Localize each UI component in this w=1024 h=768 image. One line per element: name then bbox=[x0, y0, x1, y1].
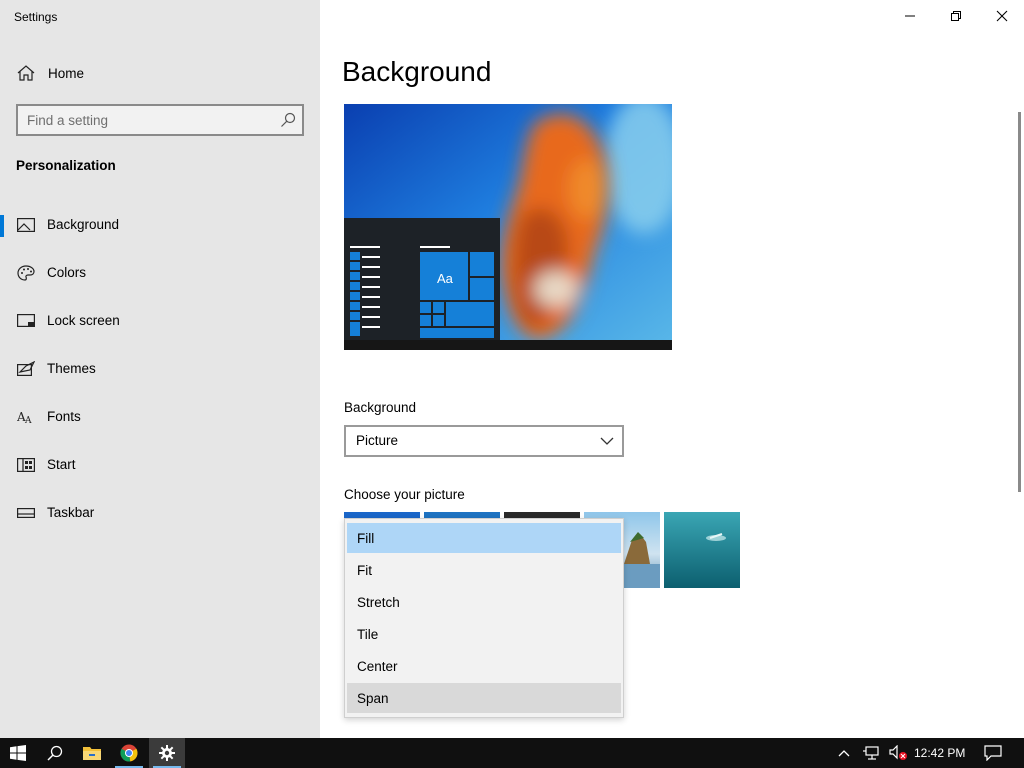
search-box[interactable] bbox=[16, 104, 304, 136]
close-button[interactable] bbox=[978, 0, 1024, 32]
sidebar-item-fonts[interactable]: AA Fonts bbox=[0, 397, 320, 437]
background-type-label: Background bbox=[344, 400, 417, 415]
fit-option-tile[interactable]: Tile bbox=[347, 619, 621, 649]
background-type-value: Picture bbox=[356, 433, 399, 448]
taskbar-icon bbox=[17, 505, 35, 521]
section-title: Personalization bbox=[16, 158, 116, 173]
restore-button[interactable] bbox=[932, 0, 978, 32]
chrome-button[interactable] bbox=[111, 738, 147, 768]
folder-icon bbox=[83, 747, 101, 760]
start-icon bbox=[17, 457, 35, 473]
sidebar-item-lock-screen[interactable]: Lock screen bbox=[0, 301, 320, 341]
sidebar-item-home[interactable]: Home bbox=[0, 58, 320, 88]
lock-screen-icon bbox=[17, 313, 35, 329]
windows-logo-icon bbox=[10, 745, 26, 761]
fit-option-span[interactable]: Span bbox=[347, 683, 621, 713]
search-icon bbox=[47, 745, 63, 761]
sidebar-item-label: Background bbox=[47, 217, 120, 232]
option-label: Fill bbox=[357, 531, 375, 546]
fit-option-center[interactable]: Center bbox=[347, 651, 621, 681]
file-explorer-button[interactable] bbox=[74, 738, 110, 768]
picture-fit-dropdown: Fill Fit Stretch Tile Center Span bbox=[344, 518, 624, 718]
chevron-up-icon bbox=[838, 750, 850, 757]
option-label: Stretch bbox=[357, 595, 400, 610]
choose-picture-label: Choose your picture bbox=[344, 487, 465, 502]
sidebar-item-label: Start bbox=[47, 457, 76, 472]
fit-option-fit[interactable]: Fit bbox=[347, 555, 621, 585]
sidebar-item-label: Colors bbox=[47, 265, 87, 280]
picture-thumbnail-5[interactable] bbox=[664, 512, 740, 588]
sidebar-item-label: Themes bbox=[47, 361, 96, 376]
sidebar-item-label: Home bbox=[48, 66, 85, 81]
preview-tile-text: Aa bbox=[437, 271, 453, 286]
chrome-icon bbox=[120, 744, 138, 762]
search-button[interactable] bbox=[37, 738, 73, 768]
sidebar: Settings Home Personalization Background… bbox=[0, 0, 320, 738]
sidebar-item-label: Fonts bbox=[47, 409, 81, 424]
fit-option-fill[interactable]: Fill bbox=[347, 523, 621, 553]
sidebar-item-background[interactable]: Background bbox=[0, 205, 320, 245]
minimize-button[interactable] bbox=[886, 0, 932, 32]
option-label: Tile bbox=[357, 627, 379, 642]
page-title: Background bbox=[342, 56, 492, 87]
svg-text:A: A bbox=[24, 416, 32, 425]
option-label: Center bbox=[357, 659, 398, 674]
sidebar-item-taskbar[interactable]: Taskbar bbox=[0, 493, 320, 533]
sidebar-item-label: Lock screen bbox=[47, 313, 120, 328]
palette-icon bbox=[17, 265, 35, 281]
sidebar-item-colors[interactable]: Colors bbox=[0, 253, 320, 293]
search-icon[interactable] bbox=[280, 112, 296, 128]
picture-icon bbox=[17, 217, 35, 233]
action-center-button[interactable] bbox=[976, 738, 1010, 768]
settings-button[interactable] bbox=[149, 738, 185, 768]
gear-icon bbox=[159, 745, 175, 761]
taskbar: 12:42 PM bbox=[0, 738, 1024, 768]
desktop-preview: Aa bbox=[344, 104, 672, 350]
taskbar-clock[interactable]: 12:42 PM bbox=[914, 746, 965, 760]
sidebar-item-start[interactable]: Start bbox=[0, 445, 320, 485]
themes-icon bbox=[17, 360, 36, 377]
background-type-select[interactable]: Picture bbox=[344, 425, 624, 457]
fit-option-stretch[interactable]: Stretch bbox=[347, 587, 621, 617]
chevron-down-icon bbox=[600, 437, 614, 445]
close-icon bbox=[996, 10, 1008, 22]
minimize-icon bbox=[905, 15, 915, 17]
home-icon bbox=[17, 65, 35, 81]
app-title: Settings bbox=[14, 10, 58, 24]
show-hidden-icons-button[interactable] bbox=[832, 738, 856, 768]
option-label: Fit bbox=[357, 563, 372, 578]
network-button[interactable] bbox=[858, 738, 886, 768]
volume-button[interactable] bbox=[886, 738, 912, 768]
notification-icon bbox=[984, 745, 1002, 761]
option-label: Span bbox=[357, 691, 389, 706]
fonts-icon: AA bbox=[16, 409, 35, 426]
volume-muted-icon bbox=[889, 745, 907, 760]
start-button[interactable] bbox=[0, 738, 36, 768]
wallpaper-preview-image bbox=[344, 104, 672, 350]
scrollbar[interactable] bbox=[1018, 112, 1021, 492]
restore-icon bbox=[951, 11, 961, 21]
network-icon bbox=[863, 746, 879, 760]
sidebar-item-themes[interactable]: Themes bbox=[0, 349, 320, 389]
search-input[interactable] bbox=[27, 111, 277, 129]
sidebar-item-label: Taskbar bbox=[47, 505, 95, 520]
